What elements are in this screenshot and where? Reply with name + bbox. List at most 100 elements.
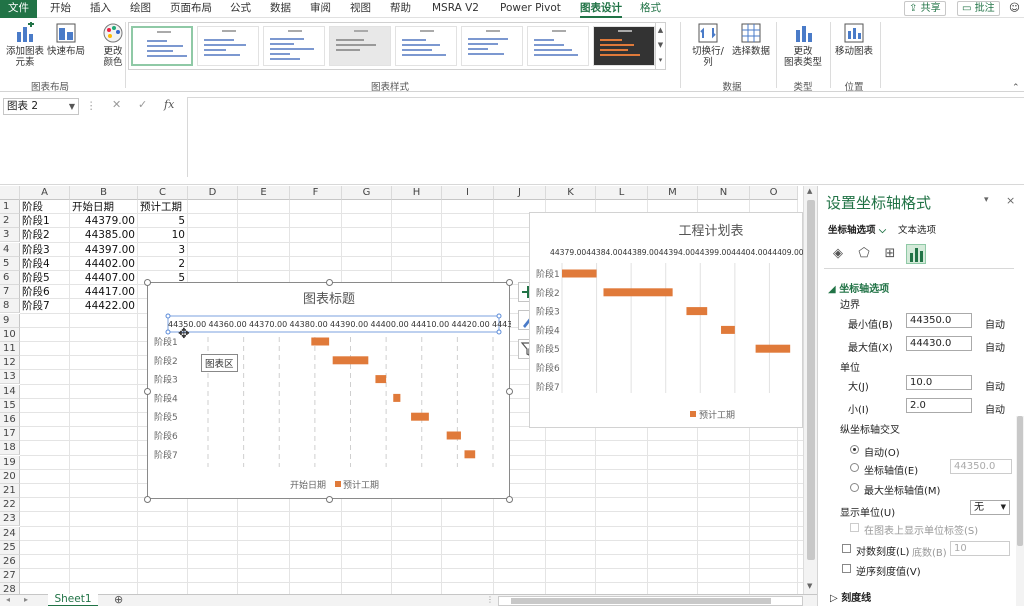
row-header-16[interactable]: 16 [0, 413, 20, 427]
cell-A1[interactable]: 阶段 [22, 200, 67, 214]
show-units-checkbox[interactable] [850, 523, 859, 532]
horizontal-scroll-thumb[interactable] [511, 598, 771, 604]
row-header-14[interactable]: 14 [0, 384, 20, 399]
max-bound-input[interactable]: 44430.0 [906, 336, 972, 351]
min-auto-button[interactable]: 自动 [985, 316, 1005, 331]
axis-options-icon[interactable] [906, 244, 926, 264]
scroll-up-icon[interactable]: ▲ [807, 187, 812, 195]
chart-style-4[interactable] [329, 26, 391, 66]
tab-view[interactable]: 视图 [350, 0, 371, 18]
cross-max-radio[interactable] [850, 483, 859, 492]
major-auto-button[interactable]: 自动 [985, 378, 1005, 393]
tab-data[interactable]: 数据 [270, 0, 291, 18]
log-base-input[interactable]: 10 [950, 541, 1010, 556]
switch-row-column-button[interactable]: 切换行/列 [688, 22, 728, 68]
share-button[interactable]: ⇪ 共享 [904, 1, 946, 16]
chart-resize-handle[interactable] [144, 388, 151, 395]
row-header-17[interactable]: 17 [0, 427, 20, 442]
row-header-25[interactable]: 25 [0, 540, 20, 555]
select-data-button[interactable]: 选择数据 [732, 22, 770, 57]
horizontal-scrollbar[interactable] [498, 596, 803, 606]
row-header-18[interactable]: 18 [0, 441, 20, 456]
cell-B8[interactable]: 44422.00 [72, 299, 135, 313]
minor-auto-button[interactable]: 自动 [985, 401, 1005, 416]
min-bound-input[interactable]: 44350.0 [906, 313, 972, 328]
max-auto-button[interactable]: 自动 [985, 339, 1005, 354]
vertical-scroll-thumb[interactable] [807, 200, 815, 560]
more-icon[interactable]: ⋮ [86, 98, 97, 116]
cell-A8[interactable]: 阶段7 [22, 299, 67, 313]
cell-B2[interactable]: 44379.00 [72, 214, 135, 228]
column-header-N[interactable]: N [698, 186, 750, 200]
column-header-H[interactable]: H [392, 186, 442, 200]
cell-A6[interactable]: 阶段5 [22, 271, 67, 285]
chart-style-8[interactable] [593, 26, 655, 66]
chart-style-3[interactable] [263, 26, 325, 66]
chart-styles-gallery[interactable]: ▲ ▼ ▾ [128, 22, 666, 70]
chart-resize-handle[interactable] [144, 496, 151, 503]
comments-button[interactable]: ▭ 批注 [957, 1, 1000, 16]
row-header-20[interactable]: 20 [0, 469, 20, 484]
column-header-K[interactable]: K [546, 186, 596, 200]
tab-chart-design[interactable]: 图表设计 [580, 0, 622, 18]
chevron-down-icon[interactable]: ▼ [69, 99, 75, 114]
row-header-11[interactable]: 11 [0, 342, 20, 356]
move-chart-button[interactable]: 移动图表 [834, 22, 874, 57]
chart-resize-handle[interactable] [506, 496, 513, 503]
cell-A5[interactable]: 阶段4 [22, 257, 67, 271]
row-header-1[interactable]: 1 [0, 200, 20, 214]
row-header-23[interactable]: 23 [0, 512, 20, 527]
pane-scrollbar[interactable] [1016, 416, 1024, 606]
cross-value-input[interactable]: 44350.0 [950, 459, 1012, 474]
cell-B7[interactable]: 44417.00 [72, 285, 135, 299]
column-header-L[interactable]: L [596, 186, 648, 200]
cell-C3[interactable]: 10 [140, 228, 185, 242]
add-sheet-icon[interactable]: ⊕ [114, 593, 123, 606]
next-sheet-icon[interactable]: ▸ [24, 595, 28, 604]
chevron-down-icon[interactable]: ▼ [656, 38, 665, 53]
column-header-F[interactable]: F [290, 186, 342, 200]
pane-options-icon[interactable]: ▾ [984, 195, 989, 205]
tab-page-layout[interactable]: 页面布局 [170, 0, 212, 18]
chart-resize-handle[interactable] [326, 279, 333, 286]
tab-draw[interactable]: 绘图 [130, 0, 151, 18]
row-header-26[interactable]: 26 [0, 555, 20, 569]
cross-value-radio[interactable] [850, 463, 859, 472]
row-header-4[interactable]: 4 [0, 242, 20, 257]
row-header-8[interactable]: 8 [0, 299, 20, 314]
feedback-icon[interactable]: ☺ [1009, 0, 1020, 18]
fill-line-icon[interactable]: ◈ [828, 244, 848, 264]
reverse-order-checkbox[interactable] [842, 564, 851, 573]
column-header-C[interactable]: C [138, 186, 188, 200]
name-box[interactable]: 图表 2 ▼ [3, 98, 79, 115]
column-header-A[interactable]: A [20, 186, 70, 200]
column-header-O[interactable]: O [750, 186, 798, 200]
row-header-12[interactable]: 12 [0, 356, 20, 371]
cell-A2[interactable]: 阶段1 [22, 214, 67, 228]
sheet-tab-sheet1[interactable]: Sheet1 [48, 594, 98, 606]
size-properties-icon[interactable]: ⊞ [880, 244, 900, 264]
chart-style-1[interactable] [131, 26, 193, 66]
chart-resize-handle[interactable] [144, 279, 151, 286]
gallery-scroll[interactable]: ▲ ▼ ▾ [655, 23, 665, 69]
row-header-6[interactable]: 6 [0, 271, 20, 285]
chart-resize-handle[interactable] [506, 279, 513, 286]
tab-msra[interactable]: MSRA V2 [432, 0, 479, 18]
row-header-7[interactable]: 7 [0, 285, 20, 300]
row-header-9[interactable]: 9 [0, 313, 20, 328]
effects-icon[interactable]: ⬠ [854, 244, 874, 264]
display-units-select[interactable]: 无 ▼ [970, 500, 1010, 515]
change-chart-type-button[interactable]: 更改 图表类型 [782, 22, 824, 68]
column-header-I[interactable]: I [442, 186, 494, 200]
column-header-G[interactable]: G [342, 186, 392, 200]
row-header-2[interactable]: 2 [0, 214, 20, 229]
cell-B6[interactable]: 44407.00 [72, 271, 135, 285]
column-header-E[interactable]: E [238, 186, 290, 200]
chart-style-2[interactable] [197, 26, 259, 66]
chevron-up-icon[interactable]: ▲ [656, 23, 665, 38]
row-header-19[interactable]: 19 [0, 455, 20, 470]
close-icon[interactable]: × [1006, 194, 1015, 207]
enter-icon[interactable]: ✓ [138, 98, 147, 111]
formula-input[interactable] [187, 97, 1024, 177]
cell-B5[interactable]: 44402.00 [72, 257, 135, 271]
